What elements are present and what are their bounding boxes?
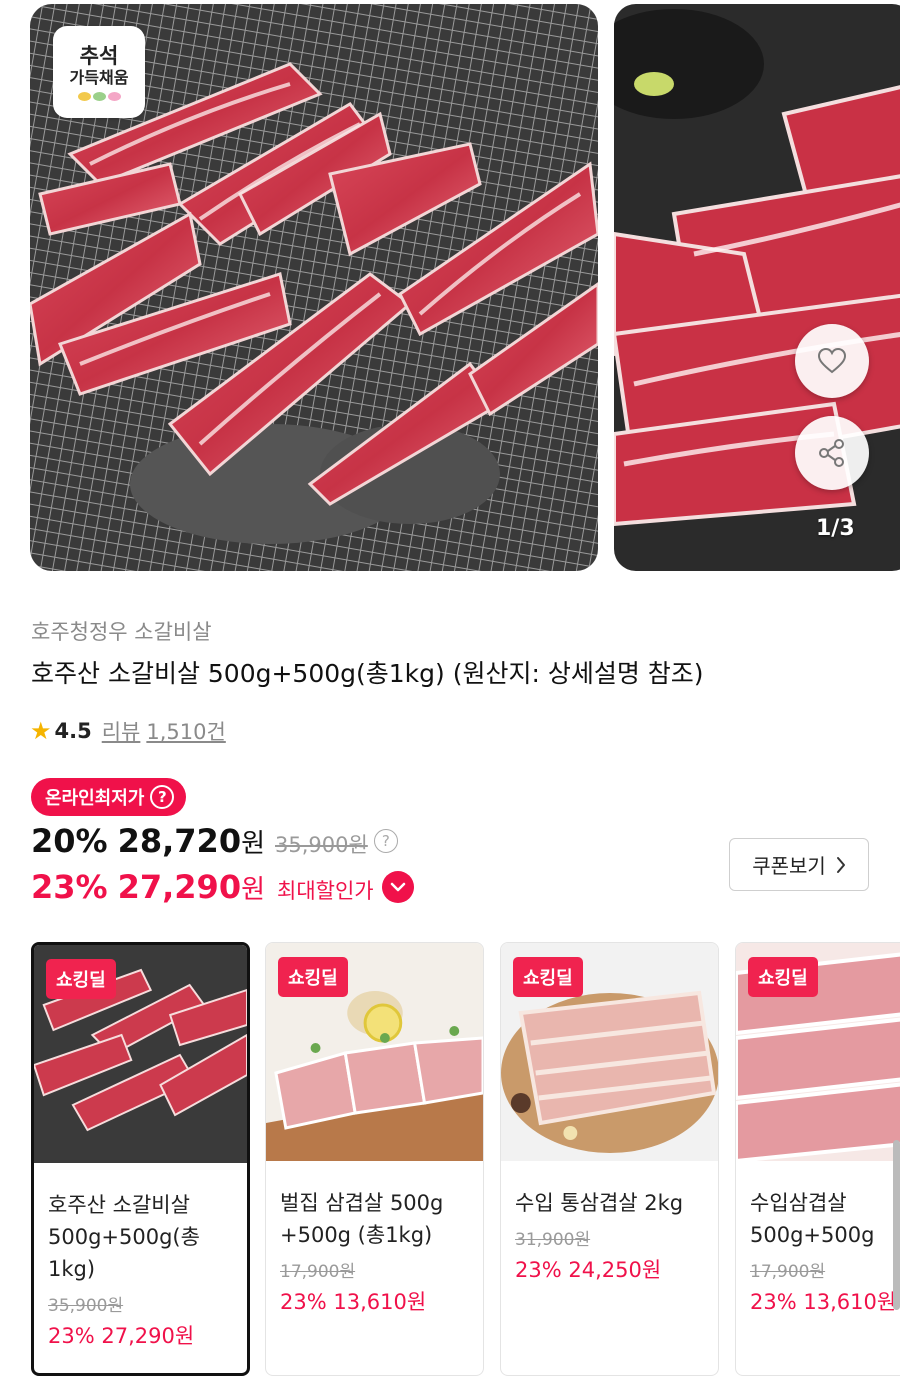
- chevron-right-icon: [836, 856, 845, 873]
- deal-sale-price: 23% 13,610원: [750, 1290, 897, 1314]
- review-link[interactable]: 리뷰 1,510건: [102, 716, 226, 746]
- deal-scrollbar[interactable]: [893, 1140, 900, 1310]
- sale-price: 28,720: [117, 822, 242, 860]
- deal-sale-price: 23% 24,250원: [515, 1258, 662, 1282]
- price-row-max-discount: 23% 27,290 원 최대할인가: [31, 868, 414, 906]
- chuseok-promo-badge: 추석 가득채움: [53, 26, 145, 118]
- review-count: 1,510건: [146, 720, 226, 744]
- promo-badge-line2: 가득채움: [69, 67, 129, 87]
- product-brand[interactable]: 호주청정우 소갈비살: [31, 616, 212, 646]
- deal-original-price: 31,900원: [515, 1230, 591, 1250]
- share-button[interactable]: [795, 416, 869, 490]
- like-button[interactable]: [795, 324, 869, 398]
- max-discount-rate: 23%: [31, 868, 108, 906]
- deal-card-whole-pork-belly[interactable]: 쇼킹딜 수입 통삼겹살 2kg 31,900원 23% 24,250원: [500, 942, 719, 1376]
- rating-row: ★ 4.5 리뷰 1,510건: [30, 716, 226, 746]
- shocking-deal-tag: 쇼킹딜: [513, 957, 583, 997]
- rating-score: 4.5: [54, 719, 92, 743]
- lowest-badge-label: 온라인최저가: [45, 788, 145, 809]
- price-row-primary: 20% 28,720 원 35,900원 ?: [31, 822, 398, 860]
- sale-price-unit: 원: [241, 829, 265, 859]
- shocking-deal-tag: 쇼킹딜: [278, 957, 348, 997]
- review-label: 리뷰: [101, 720, 141, 744]
- product-photo-second[interactable]: [614, 4, 900, 571]
- share-icon: [819, 439, 844, 467]
- product-image-gallery[interactable]: 추석 가득채움 1/3: [0, 0, 900, 575]
- heart-icon: [818, 348, 846, 374]
- deal-card-honeycomb-pork-belly[interactable]: 쇼킹딜 벌집 삼겹살 500g +500g (총1kg) 17,900원 23%…: [265, 942, 484, 1376]
- coupon-button-label: 쿠폰보기: [752, 854, 826, 878]
- max-discount-price-unit: 원: [241, 875, 265, 905]
- image-page-indicator: 1/3: [816, 516, 855, 541]
- deal-original-price: 17,900원: [750, 1262, 826, 1282]
- discount-rate: 20%: [31, 822, 108, 860]
- product-title: 호주산 소갈비살 500g+500g(총1kg) (원산지: 상세설명 참조): [31, 659, 704, 688]
- price-info-icon[interactable]: ?: [373, 829, 398, 853]
- rice-cake-icon: [77, 91, 121, 101]
- max-discount-toggle[interactable]: [381, 871, 414, 903]
- shocking-deal-tag: 쇼킹딜: [748, 957, 818, 997]
- deal-name: 벌집 삼겹살 500g +500g (총1kg): [280, 1191, 444, 1247]
- raw-beef-ribs-photo: [614, 4, 900, 571]
- view-coupon-button[interactable]: 쿠폰보기: [729, 838, 869, 891]
- deal-card-imported-pork-belly[interactable]: 쇼킹딜 수입삼겹살 500g+500g 17,900원 23% 13,610원: [735, 942, 900, 1376]
- deal-info: 벌집 삼겹살 500g +500g (총1kg) 17,900원 23% 13,…: [280, 1187, 475, 1316]
- deal-name: 수입삼겹살 500g+500g: [750, 1191, 875, 1247]
- online-lowest-price-badge[interactable]: 온라인최저가 ?: [31, 778, 187, 816]
- chevron-down-icon: [390, 882, 405, 892]
- deal-sale-price: 23% 27,290원: [48, 1324, 195, 1348]
- max-discount-price: 27,290: [117, 868, 242, 906]
- deal-info: 호주산 소갈비살 500g+500g(총1kg) 35,900원 23% 27,…: [48, 1189, 239, 1350]
- shocking-deal-tag: 쇼킹딜: [46, 959, 116, 999]
- max-discount-label: 최대할인가: [277, 879, 374, 903]
- deal-sale-price: 23% 13,610원: [280, 1290, 427, 1314]
- original-price: 35,900원: [275, 833, 368, 857]
- question-icon: ?: [150, 785, 175, 809]
- star-icon: ★: [30, 717, 52, 745]
- deal-name: 수입 통삼겹살 2kg: [515, 1191, 684, 1215]
- deal-info: 수입삼겹살 500g+500g 17,900원 23% 13,610원: [750, 1187, 900, 1316]
- deal-card-beef-ribs[interactable]: 쇼킹딜 호주산 소갈비살 500g+500g(총1kg) 35,900원 23%…: [31, 942, 250, 1376]
- deal-info: 수입 통삼겹살 2kg 31,900원 23% 24,250원: [515, 1187, 710, 1284]
- deal-original-price: 35,900원: [48, 1296, 124, 1316]
- promo-badge-line1: 추석: [79, 43, 119, 68]
- deal-name: 호주산 소갈비살 500g+500g(총1kg): [48, 1193, 200, 1281]
- deal-original-price: 17,900원: [280, 1262, 356, 1282]
